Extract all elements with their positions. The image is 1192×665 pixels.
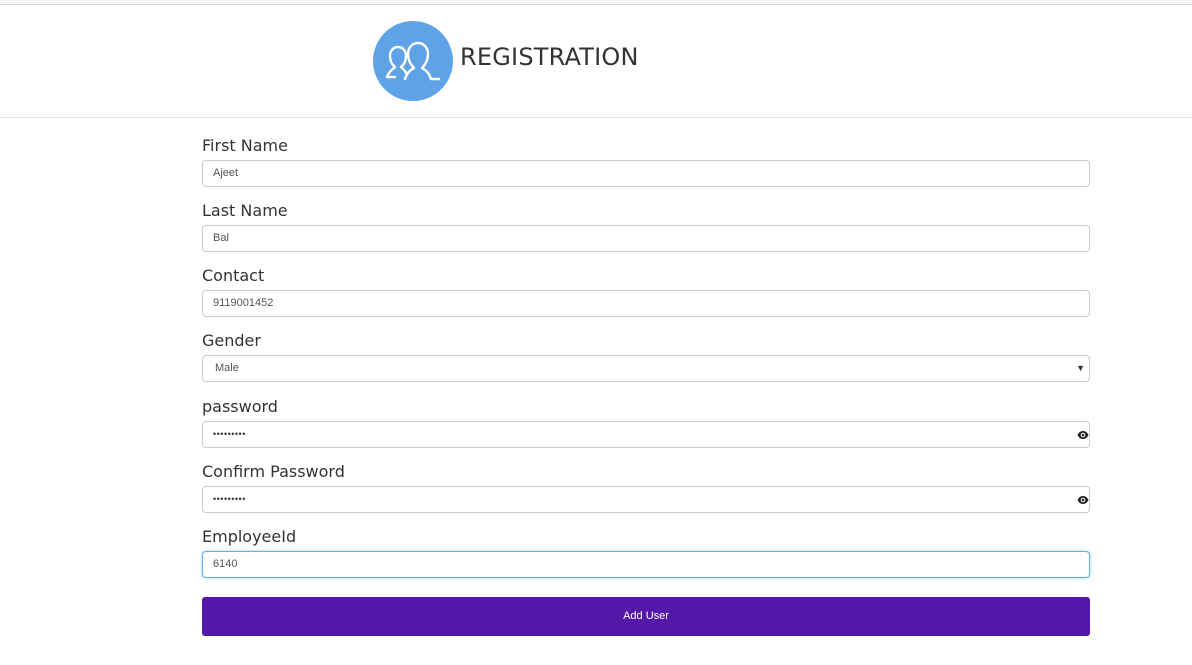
contact-label: Contact (202, 266, 265, 285)
gender-select[interactable]: Male ▼ (202, 355, 1090, 382)
contact-value: 9119001452 (213, 297, 274, 309)
gender-label: Gender (202, 331, 261, 350)
last-name-value: Bal (213, 232, 229, 244)
gender-selected-value: Male (215, 362, 239, 374)
last-name-input[interactable]: Bal (202, 225, 1090, 252)
add-user-button[interactable]: Add User (202, 597, 1090, 636)
first-name-label: First Name (202, 136, 288, 155)
password-input[interactable]: ••••••••• (202, 421, 1090, 448)
page-title: REGISTRATION (460, 43, 639, 71)
contact-input[interactable]: 9119001452 (202, 290, 1090, 317)
password-label: password (202, 397, 278, 416)
chevron-down-icon: ▼ (1076, 363, 1085, 373)
page-header: REGISTRATION (0, 5, 1192, 118)
password-value: ••••••••• (213, 429, 246, 439)
last-name-label: Last Name (202, 201, 288, 220)
users-icon (385, 41, 441, 81)
employee-id-input[interactable]: 6140 (202, 551, 1090, 578)
employee-id-value: 6140 (213, 558, 238, 570)
logo (373, 21, 453, 101)
eye-icon[interactable] (1077, 429, 1089, 441)
first-name-value: Ajeet (213, 167, 239, 179)
eye-icon[interactable] (1077, 494, 1089, 506)
first-name-input[interactable]: Ajeet (202, 160, 1090, 187)
employee-id-label: EmployeeId (202, 527, 297, 546)
confirm-password-value: ••••••••• (213, 494, 246, 504)
confirm-password-label: Confirm Password (202, 462, 345, 481)
confirm-password-input[interactable]: ••••••••• (202, 486, 1090, 513)
